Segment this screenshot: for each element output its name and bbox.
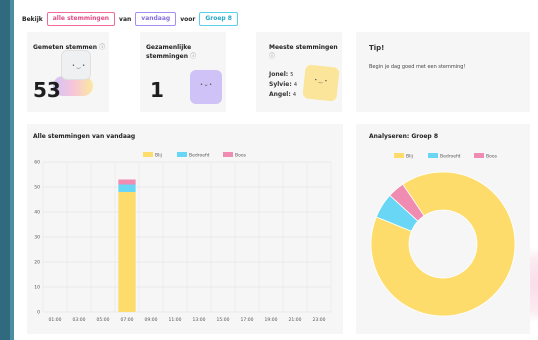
bar bbox=[118, 192, 136, 312]
y-tick-label: 0 bbox=[37, 310, 40, 316]
y-tick-label: 20 bbox=[34, 260, 40, 266]
bar-chart: Blij Bedroefd Boos 0 10 20 30 40 50 60 01:00 03:00 0… bbox=[34, 152, 332, 323]
x-tick-label: 11:00 bbox=[169, 317, 182, 323]
shared-moods-card: Gezamenlijke stemmingen ⓘ • ᴗ • 1 bbox=[140, 32, 226, 112]
legend-label: Boos bbox=[235, 153, 247, 159]
filter-prefix: Bekijk bbox=[22, 15, 43, 23]
shared-moods-value: 1 bbox=[150, 78, 164, 102]
legend-label: Boos bbox=[486, 154, 498, 160]
legend-label: Blij bbox=[406, 154, 413, 160]
cube-mascot-icon: • ‿ • bbox=[302, 64, 340, 102]
x-tick-label: 15:00 bbox=[217, 317, 230, 323]
y-tick-label: 50 bbox=[34, 185, 40, 191]
legend-swatch bbox=[394, 153, 404, 158]
x-tick-label: 03:00 bbox=[73, 317, 86, 323]
shared-moods-title: Gezamenlijke stemmingen ⓘ bbox=[146, 43, 200, 61]
legend-swatch bbox=[143, 152, 153, 157]
tip-card: Tip! Begin je dag goed met een stemming! bbox=[356, 32, 530, 112]
info-icon[interactable]: ⓘ bbox=[190, 53, 196, 60]
donut-chart-card: Analyseren: Groep 8 Blij Bedroefd Boos bbox=[356, 124, 530, 334]
student-count: 4 bbox=[293, 82, 298, 88]
group-filter-button[interactable]: Groep 8 bbox=[199, 12, 238, 26]
x-tick-label: 01:00 bbox=[49, 317, 62, 323]
cube-mascot-icon: • ᴗ • bbox=[190, 70, 222, 104]
measured-moods-card: Gemeten stemmen ⓘ • ‿ • 53 bbox=[27, 32, 109, 112]
info-icon[interactable]: ⓘ bbox=[99, 44, 105, 51]
list-item: Jonel: 5 bbox=[269, 70, 297, 80]
student-name: Sylvie: bbox=[269, 81, 292, 88]
x-tick-label: 07:00 bbox=[121, 317, 134, 323]
x-tick-label: 17:00 bbox=[241, 317, 254, 323]
x-tick-label: 05:00 bbox=[97, 317, 110, 323]
legend-label: Bedroefd bbox=[440, 154, 461, 160]
filter-from-label: van bbox=[119, 15, 132, 23]
filter-bar: Bekijk alle stemmingen van vandaag voor … bbox=[22, 12, 238, 26]
y-tick-label: 10 bbox=[34, 285, 40, 291]
shared-moods-title-text: Gezamenlijke stemmingen bbox=[146, 44, 192, 60]
most-moods-card: Meeste stemmingen ⓘ • ‿ • Jonel: 5 Sylvi… bbox=[256, 32, 342, 112]
top-students-list: Jonel: 5 Sylvie: 4 Angel: 4 bbox=[269, 70, 297, 100]
y-tick-label: 60 bbox=[34, 160, 40, 166]
bar-chart-card: Alle stemmingen van vandaag Blij Bedroefd… bbox=[27, 124, 343, 334]
tip-text: Begin je dag goed met een stemming! bbox=[369, 64, 466, 70]
legend-swatch bbox=[428, 153, 438, 158]
cube-mascot-icon: • ‿ • bbox=[61, 50, 91, 80]
student-name: Angel: bbox=[269, 91, 291, 98]
info-icon[interactable]: ⓘ bbox=[269, 53, 275, 60]
legend-swatch bbox=[223, 152, 233, 157]
x-tick-label: 13:00 bbox=[193, 317, 206, 323]
bar bbox=[118, 184, 136, 192]
filter-for-label: voor bbox=[180, 15, 196, 23]
x-tick-label: 09:00 bbox=[145, 317, 158, 323]
legend-swatch bbox=[474, 153, 484, 158]
list-item: Angel: 4 bbox=[269, 90, 297, 100]
legend-label: Blij bbox=[155, 153, 162, 159]
tip-title: Tip! bbox=[369, 44, 385, 52]
mood-filter-button[interactable]: alle stemmingen bbox=[46, 12, 116, 26]
legend-label: Bedroefd bbox=[189, 153, 210, 159]
list-item: Sylvie: 4 bbox=[269, 80, 297, 90]
student-count: 5 bbox=[290, 72, 294, 78]
x-tick-label: 23:00 bbox=[313, 317, 326, 323]
student-count: 4 bbox=[292, 92, 297, 98]
donut-chart: Blij Bedroefd Boos bbox=[370, 153, 516, 317]
most-moods-title-text: Meeste stemmingen bbox=[269, 44, 338, 51]
student-name: Jonel: bbox=[269, 71, 289, 78]
y-tick-label: 40 bbox=[34, 210, 40, 216]
period-filter-button[interactable]: vandaag bbox=[135, 12, 177, 26]
y-tick-label: 30 bbox=[34, 235, 40, 241]
most-moods-title: Meeste stemmingen ⓘ bbox=[269, 43, 339, 61]
x-tick-label: 21:00 bbox=[289, 317, 302, 323]
legend-swatch bbox=[177, 152, 187, 157]
bar bbox=[118, 179, 136, 185]
x-tick-label: 19:00 bbox=[265, 317, 278, 323]
measured-moods-value: 53 bbox=[33, 78, 61, 102]
